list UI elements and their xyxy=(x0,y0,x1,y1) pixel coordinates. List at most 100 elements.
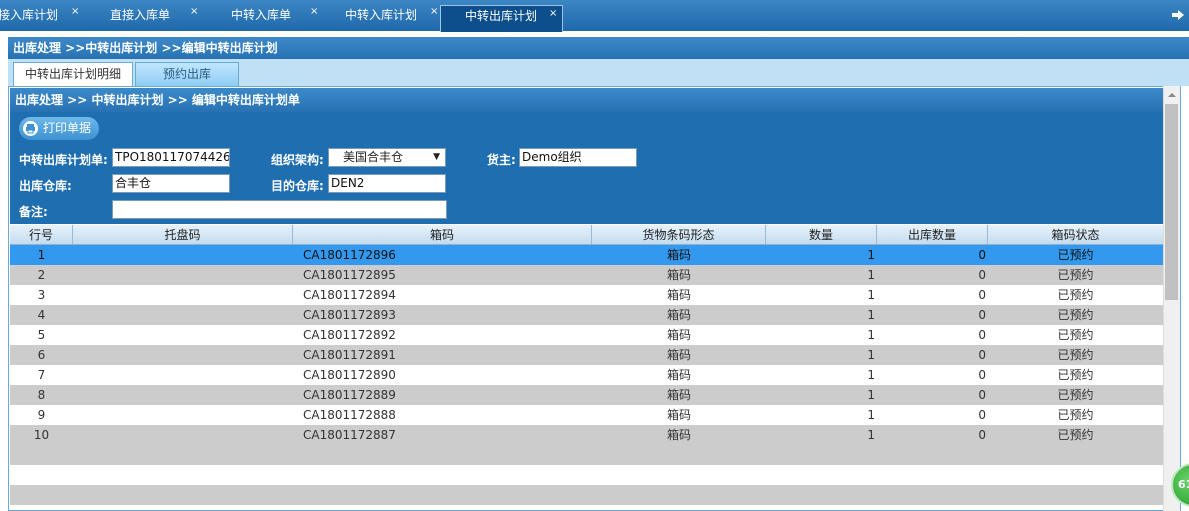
cell-qty: 1 xyxy=(867,248,875,262)
dest-label: 目的仓库: xyxy=(271,179,324,193)
cell-out-qty: 0 xyxy=(978,408,986,422)
cell-barcode-form: 箱码 xyxy=(666,368,691,382)
tab-transfer-inbound-order[interactable]: 中转入库单 × xyxy=(222,4,322,27)
table-row[interactable]: 6 CA1801172891 箱码 1 0 已预约 xyxy=(10,345,1163,365)
cell-barcode-form: 箱码 xyxy=(666,408,691,422)
cell-box-status: 已预约 xyxy=(1057,268,1094,282)
tab-label: 中转出库计划 xyxy=(465,9,538,23)
cell-row-no: 2 xyxy=(37,268,46,282)
tab-transfer-outbound-plan[interactable]: 中转出库计划 × xyxy=(440,5,563,32)
warehouse-label: 出库仓库: xyxy=(19,179,72,193)
cell-out-qty: 0 xyxy=(978,388,986,402)
cell-out-qty: 0 xyxy=(978,288,986,302)
cell-barcode-form: 箱码 xyxy=(666,248,691,262)
table-row[interactable]: 7 CA1801172890 箱码 1 0 已预约 xyxy=(10,365,1163,385)
cell-barcode-form: 箱码 xyxy=(666,428,691,442)
cell-qty: 1 xyxy=(867,328,875,342)
column-header-box-status[interactable]: 箱码状态 xyxy=(988,225,1163,245)
close-icon[interactable]: × xyxy=(190,0,198,23)
print-button-label: 打印单据 xyxy=(43,121,92,135)
cell-row-no: 3 xyxy=(37,288,46,302)
cell-row-no: 5 xyxy=(37,328,46,342)
scrollbar-thumb[interactable] xyxy=(1165,104,1178,300)
cell-pallet xyxy=(73,405,293,425)
cell-out-qty: 0 xyxy=(978,248,986,262)
cell-box-code: CA1801172893 xyxy=(303,308,396,322)
remark-field[interactable] xyxy=(112,200,447,219)
cell-pallet xyxy=(73,345,293,365)
plan-no-field[interactable]: TPO1801170744263 xyxy=(112,148,230,167)
subtab-reserve-outbound[interactable]: 预约出库 xyxy=(135,62,239,86)
cell-out-qty: 0 xyxy=(978,348,986,362)
table-header: 行号 托盘码 箱码 货物条码形态 数量 出库数量 箱码状态 xyxy=(10,225,1163,245)
cell-row-no: 6 xyxy=(37,348,46,362)
table-row[interactable]: 8 CA1801172889 箱码 1 0 已预约 xyxy=(10,385,1163,405)
cell-row-no: 1 xyxy=(37,248,46,262)
cell-out-qty: 0 xyxy=(978,308,986,322)
page-title: 出库处理 >> 中转出库计划 >> 编辑中转出库计划单 xyxy=(10,88,1163,112)
table-row[interactable]: 2 CA1801172895 箱码 1 0 已预约 xyxy=(10,265,1163,285)
owner-field[interactable]: Demo组织 xyxy=(519,148,637,167)
cell-box-code: CA1801172888 xyxy=(303,408,396,422)
cell-qty: 1 xyxy=(867,408,875,422)
cell-qty: 1 xyxy=(867,288,875,302)
cell-box-status: 已预约 xyxy=(1057,288,1094,302)
cell-barcode-form: 箱码 xyxy=(666,328,691,342)
cell-out-qty: 0 xyxy=(978,368,986,382)
org-selected-value: 美国合丰仓 xyxy=(343,150,404,164)
column-header-barcode-form[interactable]: 货物条码形态 xyxy=(592,225,766,245)
column-header-pallet[interactable]: 托盘码 xyxy=(73,225,293,245)
tab-transfer-inbound-plan[interactable]: 中转入库计划 × xyxy=(336,4,446,27)
scroll-up-arrow-icon[interactable] xyxy=(1166,89,1178,101)
cell-pallet xyxy=(73,265,293,285)
cell-box-status: 已预约 xyxy=(1057,388,1094,402)
table-body: 1 CA1801172896 箱码 1 0 已预约 2 CA1801172895 箱码 1 0 已预约… xyxy=(10,245,1163,511)
cell-box-code: CA1801172894 xyxy=(303,288,396,302)
warehouse-field[interactable]: 合丰仓 xyxy=(112,174,230,193)
close-icon[interactable]: × xyxy=(430,0,438,23)
close-icon[interactable]: × xyxy=(310,0,318,23)
empty-table-row xyxy=(10,485,1163,505)
close-icon[interactable]: × xyxy=(549,2,557,25)
table-row[interactable]: 3 CA1801172894 箱码 1 0 已预约 xyxy=(10,285,1163,305)
table-row[interactable]: 1 CA1801172896 箱码 1 0 已预约 xyxy=(10,245,1163,265)
remark-label: 备注: xyxy=(19,205,48,219)
column-header-box-code[interactable]: 箱码 xyxy=(293,225,592,245)
print-button[interactable]: 打印单据 xyxy=(19,117,99,140)
plan-no-label: 中转出库计划单: xyxy=(19,153,108,167)
cell-box-code: CA1801172891 xyxy=(303,348,396,362)
breadcrumb: 出库处理 >>中转出库计划 >>编辑中转出库计划 xyxy=(8,37,1189,59)
cell-out-qty: 0 xyxy=(978,328,986,342)
printer-icon xyxy=(23,121,38,136)
cell-box-code: CA1801172890 xyxy=(303,368,396,382)
tab-direct-inbound-order[interactable]: 直接入库单 × xyxy=(100,4,200,27)
cell-box-status: 已预约 xyxy=(1057,248,1094,262)
cell-row-no: 9 xyxy=(37,408,46,422)
column-header-out-qty[interactable]: 出库数量 xyxy=(877,225,988,245)
cell-row-no: 8 xyxy=(37,388,46,402)
cell-pallet xyxy=(73,425,293,445)
cell-pallet xyxy=(73,365,293,385)
column-header-row-no[interactable]: 行号 xyxy=(10,225,73,245)
org-label: 组织架构: xyxy=(271,153,324,167)
cell-qty: 1 xyxy=(867,348,875,362)
close-icon[interactable]: × xyxy=(71,0,79,23)
cell-barcode-form: 箱码 xyxy=(666,308,691,322)
tab-label: 直接入库单 xyxy=(110,8,171,22)
cell-box-status: 已预约 xyxy=(1057,308,1094,322)
cell-barcode-form: 箱码 xyxy=(666,288,691,302)
org-select[interactable]: 美国合丰仓 ▼ xyxy=(328,148,446,167)
tab-label: 接入库计划 xyxy=(0,8,59,22)
column-header-qty[interactable]: 数量 xyxy=(766,225,877,245)
tab-transfer-inbound-plan-partial[interactable]: 接入库计划 × xyxy=(0,4,80,27)
arrow-right-icon[interactable] xyxy=(1171,8,1185,22)
subtab-plan-detail[interactable]: 中转出库计划明细 xyxy=(13,62,133,86)
cell-box-code: CA1801172889 xyxy=(303,388,396,402)
table-row[interactable]: 9 CA1801172888 箱码 1 0 已预约 xyxy=(10,405,1163,425)
table-row[interactable]: 4 CA1801172893 箱码 1 0 已预约 xyxy=(10,305,1163,325)
table-row[interactable]: 10 CA1801172887 箱码 1 0 已预约 xyxy=(10,425,1163,445)
cell-box-status: 已预约 xyxy=(1057,348,1094,362)
dest-field[interactable]: DEN2 xyxy=(328,174,446,193)
table-row[interactable]: 5 CA1801172892 箱码 1 0 已预约 xyxy=(10,325,1163,345)
tab-label: 中转入库单 xyxy=(231,8,292,22)
